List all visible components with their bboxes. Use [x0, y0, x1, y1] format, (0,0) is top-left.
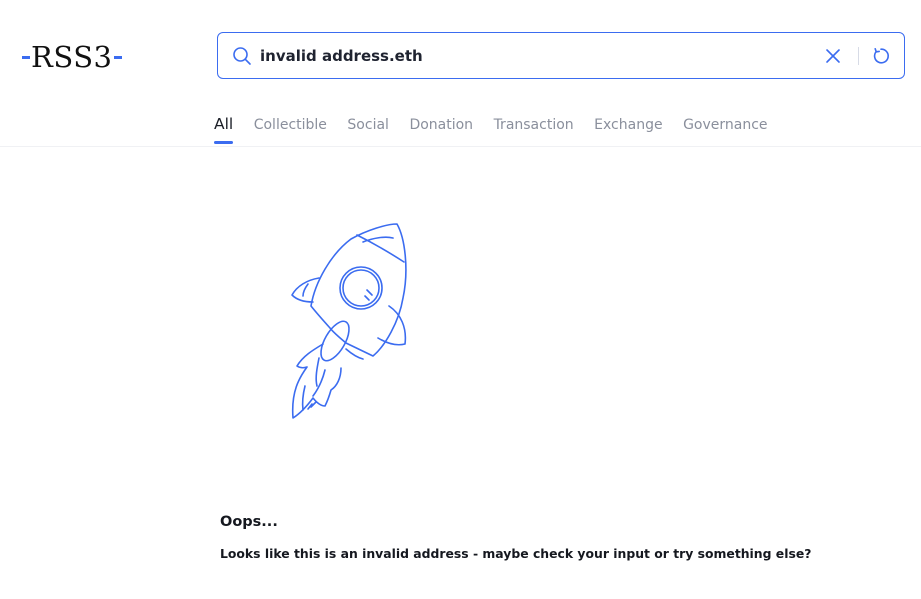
refresh-icon: [873, 47, 889, 64]
refresh-button[interactable]: [870, 45, 892, 67]
tab-all[interactable]: All: [214, 112, 234, 144]
clear-search-button[interactable]: [822, 45, 844, 67]
search-actions-divider: [858, 47, 859, 65]
tab-transaction[interactable]: Transaction: [494, 112, 574, 135]
error-title: Oops...: [220, 514, 278, 530]
logo-left-dash: [22, 55, 30, 59]
page: RSS3 All Collectible Social D: [0, 0, 921, 599]
rocket-icon: [291, 223, 407, 419]
filter-tabs: All Collectible Social Donation Transact…: [214, 112, 788, 146]
tab-collectible[interactable]: Collectible: [254, 112, 327, 135]
tab-governance[interactable]: Governance: [683, 112, 767, 135]
close-icon: [826, 49, 840, 63]
logo[interactable]: RSS3: [22, 38, 124, 76]
tab-social[interactable]: Social: [347, 112, 389, 135]
search-input[interactable]: [260, 33, 800, 78]
tab-donation[interactable]: Donation: [409, 112, 473, 135]
error-message: Looks like this is an invalid address - …: [220, 546, 812, 561]
logo-text: RSS3: [31, 39, 113, 74]
search-icon: [232, 46, 252, 66]
tab-exchange[interactable]: Exchange: [594, 112, 662, 135]
logo-right-dash: [113, 55, 122, 59]
search-bar: [217, 32, 905, 79]
tabs-divider: [0, 146, 921, 147]
